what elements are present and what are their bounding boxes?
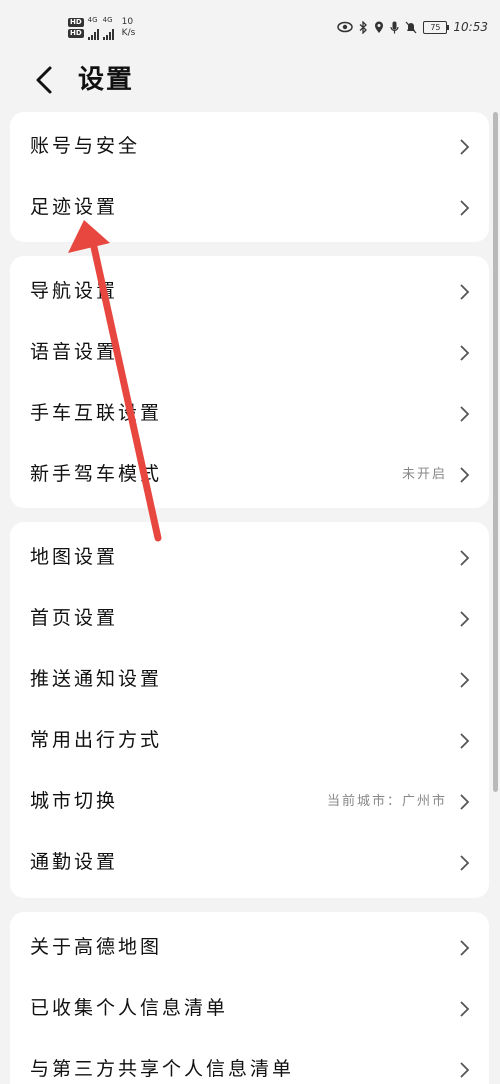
settings-item-label: 通勤设置	[30, 851, 119, 873]
settings-item-map[interactable]: 地图设置	[10, 527, 489, 588]
chevron-right-icon	[460, 855, 470, 871]
settings-item-commute[interactable]: 通勤设置	[10, 832, 489, 893]
network-type-1: 4G	[87, 16, 98, 24]
settings-item-label: 推送通知设置	[30, 668, 163, 690]
chevron-right-icon	[460, 406, 470, 422]
chevron-right-icon	[460, 1062, 470, 1078]
settings-group-account: 账号与安全 足迹设置	[10, 112, 489, 242]
chevron-right-icon	[460, 733, 470, 749]
network-type-2: 4G	[102, 16, 113, 24]
settings-item-voice[interactable]: 语音设置	[10, 322, 489, 383]
mute-bell-icon	[405, 21, 417, 33]
hd-badge-2: HD	[68, 29, 84, 38]
settings-group-navigation: 导航设置 语音设置 手车互联设置 新手驾车模式 未开启	[10, 256, 489, 508]
eye-icon	[337, 21, 354, 33]
settings-item-car-link[interactable]: 手车互联设置	[10, 383, 489, 444]
settings-item-value: 当前城市：广州市	[326, 794, 447, 809]
settings-group-about: 关于高德地图 已收集个人信息清单 与第三方共享个人信息清单	[10, 912, 489, 1084]
settings-item-label: 账号与安全	[30, 135, 141, 157]
chevron-right-icon	[460, 284, 470, 300]
hd-badge-1: HD	[68, 18, 84, 27]
settings-item-label: 已收集个人信息清单	[30, 997, 229, 1019]
settings-item-home[interactable]: 首页设置	[10, 588, 489, 649]
network-speed-unit: K/s	[121, 28, 136, 38]
signal-icon-2	[102, 26, 114, 40]
clock: 10:53	[453, 20, 488, 34]
settings-item-label: 导航设置	[30, 280, 119, 302]
chevron-right-icon	[460, 467, 470, 483]
network-speed: 10 K/s	[122, 17, 136, 39]
settings-item-label: 足迹设置	[30, 196, 119, 218]
settings-item-label: 关于高德地图	[30, 936, 163, 958]
settings-item-label: 首页设置	[30, 607, 119, 629]
network-speed-value: 10	[121, 17, 134, 27]
chevron-right-icon	[460, 940, 470, 956]
status-bar: HD HD 4G 4G 10 K/s 75 10:53	[0, 0, 500, 48]
settings-item-account-security[interactable]: 账号与安全	[10, 116, 489, 177]
settings-item-label: 地图设置	[30, 546, 119, 568]
settings-item-novice-driving[interactable]: 新手驾车模式 未开启	[10, 444, 489, 505]
page-header: 设置	[0, 48, 500, 112]
settings-item-push-notification[interactable]: 推送通知设置	[10, 649, 489, 710]
bluetooth-icon	[359, 20, 368, 34]
settings-item-label: 与第三方共享个人信息清单	[30, 1058, 295, 1080]
signal-icon-1	[87, 26, 99, 40]
chevron-right-icon	[460, 611, 470, 627]
settings-item-label: 常用出行方式	[30, 729, 163, 751]
settings-item-travel-mode[interactable]: 常用出行方式	[10, 710, 489, 771]
settings-item-label: 手车互联设置	[30, 402, 163, 424]
scrollbar[interactable]	[493, 112, 498, 792]
chevron-right-icon	[460, 550, 470, 566]
page-title: 设置	[78, 65, 135, 95]
status-bar-left: HD HD 4G 4G 10 K/s	[68, 16, 135, 40]
chevron-right-icon	[460, 139, 470, 155]
chevron-right-icon	[460, 200, 470, 216]
chevron-right-icon	[460, 1001, 470, 1017]
back-arrow-icon[interactable]	[30, 64, 58, 96]
location-icon	[375, 21, 384, 33]
chevron-right-icon	[460, 672, 470, 688]
chevron-right-icon	[460, 794, 470, 810]
settings-item-about[interactable]: 关于高德地图	[10, 917, 489, 978]
microphone-icon	[390, 21, 400, 33]
battery-icon: 75	[423, 20, 450, 34]
settings-item-city-switch[interactable]: 城市切换 当前城市：广州市	[10, 771, 489, 832]
settings-item-label: 城市切换	[30, 790, 119, 812]
settings-item-label: 新手驾车模式	[30, 463, 163, 485]
settings-item-label: 语音设置	[30, 341, 119, 363]
status-bar-right: 75 10:53	[337, 20, 488, 34]
settings-item-footprint[interactable]: 足迹设置	[10, 177, 489, 238]
settings-item-value: 未开启	[401, 467, 447, 482]
chevron-right-icon	[460, 345, 470, 361]
settings-item-third-party-info[interactable]: 与第三方共享个人信息清单	[10, 1039, 489, 1084]
settings-item-navigation[interactable]: 导航设置	[10, 261, 489, 322]
settings-item-collected-info[interactable]: 已收集个人信息清单	[10, 978, 489, 1039]
settings-group-map: 地图设置 首页设置 推送通知设置 常用出行方式 城市切换 当前城市：广州市 通勤…	[10, 522, 489, 898]
